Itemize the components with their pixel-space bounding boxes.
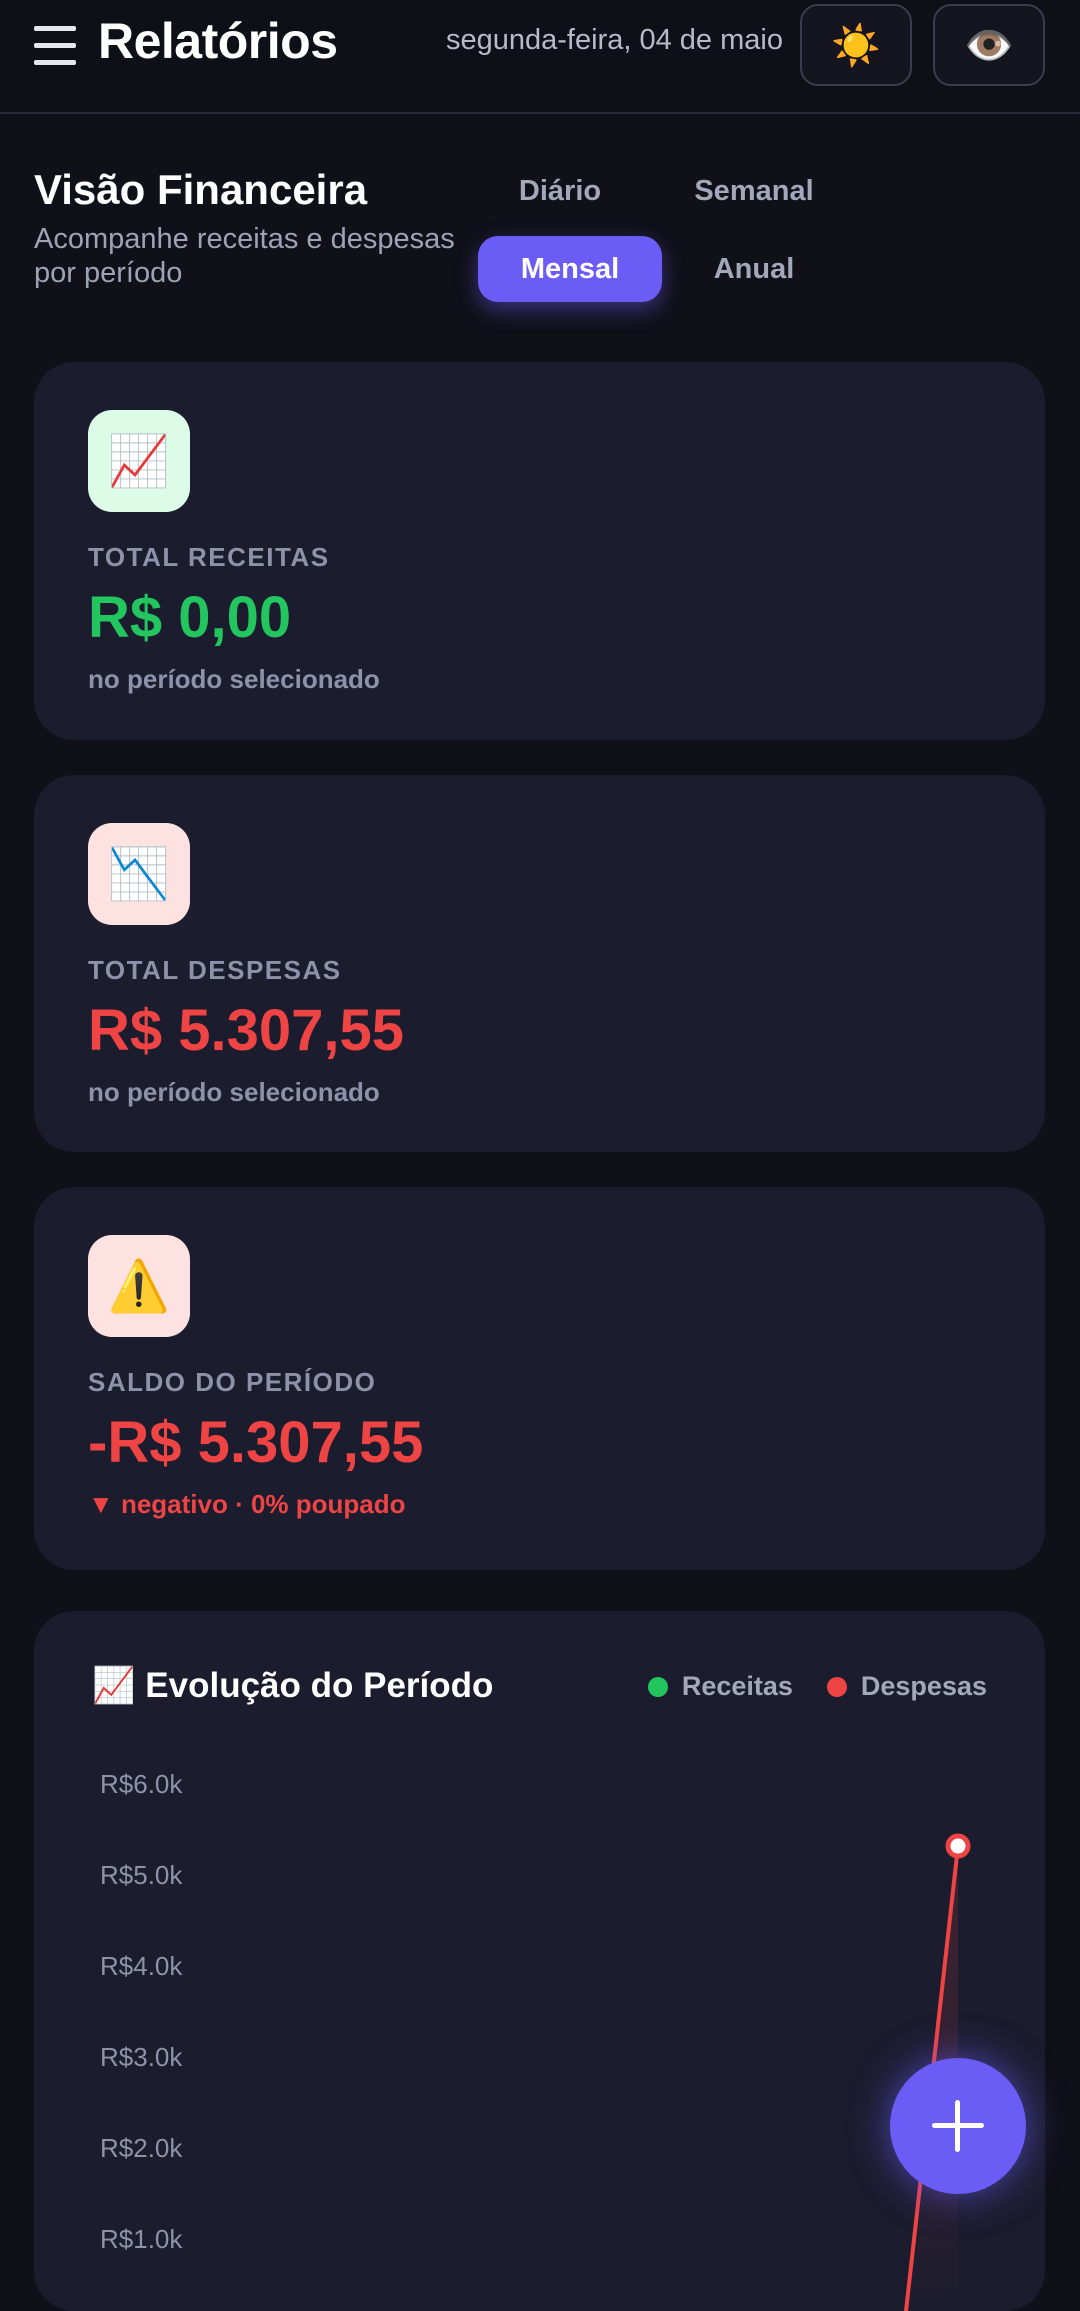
- tab-mensal[interactable]: Mensal: [478, 236, 662, 302]
- total-despesas-card: 📉 TOTAL DESPESAS R$ 5.307,55 no período …: [34, 775, 1045, 1152]
- tab-diario[interactable]: Diário: [468, 158, 652, 224]
- legend-label: Despesas: [860, 1671, 987, 1701]
- top-app-bar: Relatórios segunda-feira, 04 de maio ☀️ …: [0, 0, 1080, 114]
- legend-label: Receitas: [681, 1671, 793, 1701]
- card-note: no período selecionado: [88, 664, 380, 694]
- evolution-chart-card: R$6.0k R$5.0k R$4.0k R$3.0k R$2.0k R$1.0k 📈 E…: [34, 1611, 1045, 2311]
- chart-decreasing-icon: 📉: [88, 823, 190, 925]
- warning-icon: ⚠️: [88, 1235, 190, 1337]
- tab-anual[interactable]: Anual: [662, 236, 846, 302]
- card-label: SALDO DO PERÍODO: [88, 1367, 377, 1397]
- legend-dot: [826, 1676, 847, 1697]
- legend-dot: [647, 1676, 668, 1697]
- saldo-status-note: ▼ negativo · 0% poupado: [88, 1489, 406, 1519]
- receitas-value: R$ 0,00: [88, 585, 292, 650]
- y-tick-label: R$4.0k: [100, 1951, 183, 1981]
- card-note: no período selecionado: [88, 1077, 380, 1107]
- data-point[interactable]: [945, 1833, 971, 1859]
- page-title: Relatórios: [98, 13, 338, 69]
- chart-increasing-icon: 📈: [88, 410, 190, 512]
- add-transaction-button[interactable]: [890, 2058, 1026, 2194]
- hamburger-menu-icon[interactable]: [34, 26, 76, 66]
- y-tick-label: R$1.0k: [100, 2224, 183, 2254]
- chart-legend: Receitas Despesas: [647, 1671, 987, 1702]
- current-date: segunda-feira, 04 de maio: [446, 24, 783, 56]
- despesas-value: R$ 5.307,55: [88, 998, 405, 1063]
- section-subtitle: Acompanhe receitas e despesas por períod…: [34, 223, 455, 289]
- chart-title: 📈 Evolução do Período: [92, 1666, 494, 1705]
- card-label: TOTAL RECEITAS: [88, 542, 330, 572]
- sun-icon: ☀️: [831, 23, 881, 68]
- total-receitas-card: 📈 TOTAL RECEITAS R$ 0,00 no período sele…: [34, 362, 1045, 740]
- line-chart: R$6.0k R$5.0k R$4.0k R$3.0k R$2.0k R$1.0k: [100, 1769, 971, 2311]
- tab-semanal[interactable]: Semanal: [662, 158, 846, 224]
- eye-icon: 👁️: [964, 23, 1014, 68]
- y-tick-label: R$6.0k: [100, 1769, 183, 1799]
- legend-item-receitas: Receitas: [647, 1671, 793, 1702]
- saldo-value: -R$ 5.307,55: [88, 1410, 424, 1475]
- y-tick-label: R$3.0k: [100, 2042, 183, 2072]
- theme-toggle-button[interactable]: ☀️: [800, 4, 912, 86]
- hide-values-button[interactable]: 👁️: [933, 4, 1045, 86]
- card-label: TOTAL DESPESAS: [88, 955, 342, 985]
- saldo-periodo-card: ⚠️ SALDO DO PERÍODO -R$ 5.307,55 ▼ negat…: [34, 1187, 1045, 1570]
- y-tick-label: R$5.0k: [100, 1860, 183, 1890]
- legend-item-despesas: Despesas: [826, 1671, 987, 1702]
- y-tick-label: R$2.0k: [100, 2133, 183, 2163]
- section-title: Visão Financeira: [34, 166, 368, 213]
